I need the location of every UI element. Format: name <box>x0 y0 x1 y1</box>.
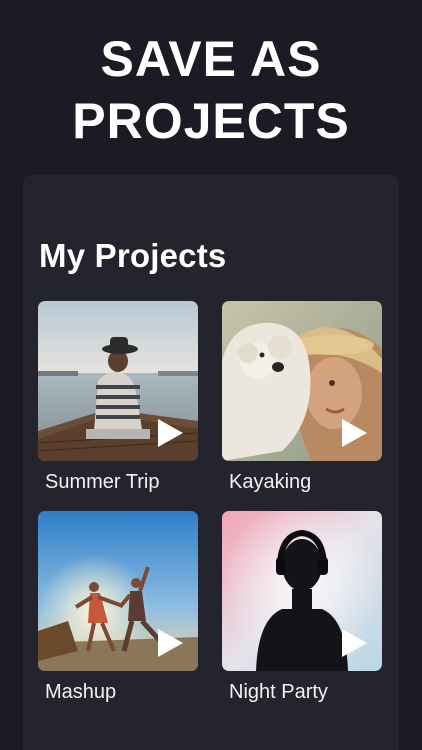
project-card-kayaking[interactable]: Kayaking <box>222 301 382 493</box>
headline-line-2: PROJECTS <box>72 93 350 149</box>
project-thumbnail[interactable] <box>38 511 198 671</box>
project-title[interactable]: Summer Trip <box>45 471 159 494</box>
project-title[interactable]: Kayaking <box>229 471 311 494</box>
project-thumbnail[interactable] <box>222 301 382 461</box>
panel-title: My Projects <box>39 237 227 274</box>
project-card-summer-trip[interactable]: Summer Trip <box>38 301 198 493</box>
projects-panel: My Projects Summer Trip Kayaking Mashup … <box>23 175 399 750</box>
page-headline: SAVE AS PROJECTS <box>0 28 422 152</box>
project-title[interactable]: Night Party <box>229 681 328 704</box>
play-icon[interactable] <box>156 629 184 657</box>
project-card-mashup[interactable]: Mashup <box>38 511 198 703</box>
play-icon[interactable] <box>340 629 368 657</box>
project-card-night-party[interactable]: Night Party <box>222 511 382 703</box>
play-icon[interactable] <box>156 419 184 447</box>
project-thumbnail[interactable] <box>38 301 198 461</box>
project-title[interactable]: Mashup <box>45 681 116 704</box>
headline-line-1: SAVE AS <box>100 31 322 87</box>
project-thumbnail[interactable] <box>222 511 382 671</box>
play-icon[interactable] <box>340 419 368 447</box>
